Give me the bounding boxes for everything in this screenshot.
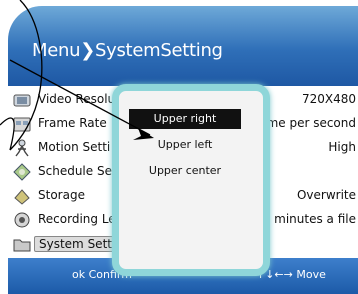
menu-item-label: Video Resolu (38, 92, 116, 106)
menu-item-label: Frame Rate (38, 116, 107, 130)
menu-header: Menu❯SystemSetting (8, 6, 358, 86)
video-icon (12, 90, 32, 110)
dvr-screen: Menu❯SystemSetting Video Resolu 720X480 … (0, 0, 358, 294)
recording-icon (12, 210, 32, 230)
menu-item-label: Recording Le (38, 212, 116, 226)
menu-item-value: Overwrite (296, 188, 356, 202)
menu-item-value: 720X480 (301, 92, 356, 106)
menu-item-label: Motion Setti (38, 140, 111, 154)
option-upper-right[interactable]: Upper right (129, 109, 241, 129)
folder-icon (12, 234, 32, 254)
page-title: Menu❯SystemSetting (32, 40, 223, 61)
motion-icon (12, 138, 32, 158)
menu-item-label: Storage (38, 188, 85, 202)
position-popup: Upper right Upper left Upper center (112, 84, 270, 276)
frames-icon (12, 114, 32, 134)
option-upper-left[interactable]: Upper left (129, 135, 241, 155)
menu-item-value: 30 minutes a file (255, 212, 356, 226)
menu-item-value: High (328, 140, 356, 154)
option-upper-center[interactable]: Upper center (129, 161, 241, 181)
schedule-icon (12, 162, 32, 182)
menu-item-label: System Sett (34, 236, 117, 252)
menu-item-label: Schedule Se (38, 164, 112, 178)
storage-icon (12, 186, 32, 206)
